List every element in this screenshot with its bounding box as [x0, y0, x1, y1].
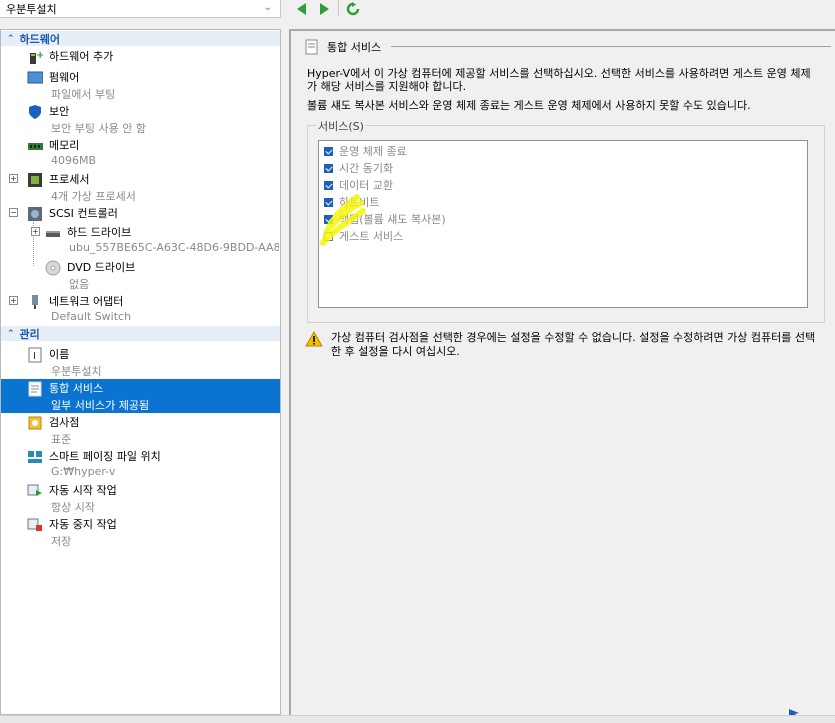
- service-item[interactable]: 운영 체제 종료: [324, 144, 407, 158]
- tree-item-dvd-drive[interactable]: DVD 드라이브 없음: [1, 258, 280, 292]
- collapse-icon: ⌃: [7, 328, 15, 339]
- tree-item-smart-paging[interactable]: 스마트 페이징 파일 위치 G:₩hyper-v: [1, 447, 280, 481]
- tree-item-memory[interactable]: 메모리 4096MB: [1, 136, 280, 170]
- auto-start-icon: [27, 483, 43, 499]
- description-note: 볼륨 섀도 복사본 서비스와 운영 체제 종료는 게스트 운영 체제에서 사용하…: [307, 99, 751, 112]
- expand-icon[interactable]: +: [9, 174, 18, 183]
- services-label: 서비스(S): [316, 118, 366, 134]
- network-adapter-icon: [27, 294, 43, 310]
- hardware-section-header[interactable]: ⌃ 하드웨어: [1, 31, 280, 46]
- expand-icon[interactable]: +: [31, 227, 40, 236]
- tree-item-name[interactable]: I 이름 우분투설치: [1, 345, 280, 379]
- title-divider: [391, 46, 831, 47]
- auto-stop-icon: [27, 517, 43, 533]
- svg-text:+: +: [36, 50, 43, 61]
- integration-services-icon: [27, 381, 43, 397]
- tree-item-checkpoint[interactable]: 검사점 표준: [1, 413, 280, 447]
- arrow-left-icon[interactable]: [294, 1, 310, 17]
- tree-item-security[interactable]: 보안 보안 부팅 사용 안 함: [1, 102, 280, 136]
- refresh-icon[interactable]: [345, 1, 361, 17]
- tree-item-hard-drive[interactable]: + 하드 드라이브 ubu_557BE65C-A63C-48D6-9BDD-AA…: [1, 223, 280, 257]
- vm-selector-value: 우분투설치: [6, 2, 57, 16]
- vm-selector[interactable]: 우분투설치 ⌄: [0, 0, 281, 18]
- smart-paging-icon: [27, 449, 43, 465]
- integration-services-icon: [305, 39, 319, 55]
- hard-drive-icon: [45, 225, 61, 241]
- name-icon: I: [27, 347, 43, 363]
- security-shield-icon: [27, 104, 43, 120]
- processor-icon: [27, 172, 43, 188]
- service-checkbox[interactable]: [324, 163, 333, 173]
- settings-tree: ⌃ 하드웨어 + 하드웨어 추가 펌웨어 파일에서 부팅 보안 보안 부팅 사용…: [0, 29, 281, 715]
- svg-text:I: I: [33, 351, 36, 362]
- page-title: 통합 서비스: [327, 41, 382, 54]
- add-hardware-icon: +: [27, 49, 44, 65]
- management-section-header[interactable]: ⌃ 관리: [1, 326, 280, 341]
- toolbar: 우분투설치 ⌄: [0, 0, 835, 20]
- settings-window: 우분투설치 ⌄ ⌃ 하드웨어 + 하드웨어 추가 펌웨어 파일에서 부팅 보안 …: [0, 0, 835, 723]
- status-strip: [0, 715, 835, 723]
- dvd-drive-icon: [45, 260, 61, 276]
- checkpoint-icon: [27, 415, 43, 431]
- arrow-right-icon[interactable]: [316, 1, 332, 17]
- description-text: Hyper-V에서 이 가상 컴퓨터에 제공할 서비스를 선택하십시오. 선택한…: [307, 67, 811, 93]
- collapse-icon: ⌃: [7, 33, 15, 44]
- panel-header: 통합 서비스: [305, 39, 381, 55]
- services-list[interactable]: 운영 체제 종료 시간 동기화 데이터 교환 하트비트 백업(볼륨 섀도 복사본…: [318, 140, 808, 308]
- service-item[interactable]: 시간 동기화: [324, 161, 393, 175]
- services-group: 서비스(S) 운영 체제 종료 시간 동기화 데이터 교환 하트비트 백업(볼륨…: [307, 118, 825, 323]
- tree-item-network-adapter[interactable]: + 네트워크 어댑터 Default Switch: [1, 292, 280, 326]
- scsi-controller-icon: [27, 206, 43, 222]
- collapse-tree-icon[interactable]: −: [9, 208, 18, 217]
- warning-icon: [305, 330, 323, 350]
- tree-item-processor[interactable]: + 프로세서 4개 가상 프로세서: [1, 170, 280, 204]
- tree-item-integration-services[interactable]: 통합 서비스 일부 서비스가 제공됨: [1, 379, 280, 413]
- tree-item-auto-stop[interactable]: 자동 중지 작업 저장: [1, 515, 280, 549]
- chevron-down-icon: ⌄: [263, 2, 272, 13]
- tree-item-firmware[interactable]: 펌웨어 파일에서 부팅: [1, 68, 280, 102]
- service-checkbox[interactable]: [324, 146, 333, 156]
- memory-icon: [27, 138, 43, 154]
- tree-item-auto-start[interactable]: 자동 시작 작업 항상 시작: [1, 481, 280, 515]
- toolbar-divider: [338, 0, 339, 16]
- firmware-icon: [27, 70, 44, 86]
- expand-icon[interactable]: +: [9, 296, 18, 305]
- highlight-annotation: [320, 194, 366, 246]
- integration-services-panel: 통합 서비스 Hyper-V에서 이 가상 컴퓨터에 제공할 서비스를 선택하십…: [289, 29, 835, 719]
- warning-text: 가상 컴퓨터 검사점을 선택한 경우에는 설정을 수정할 수 없습니다. 설정을…: [331, 331, 816, 358]
